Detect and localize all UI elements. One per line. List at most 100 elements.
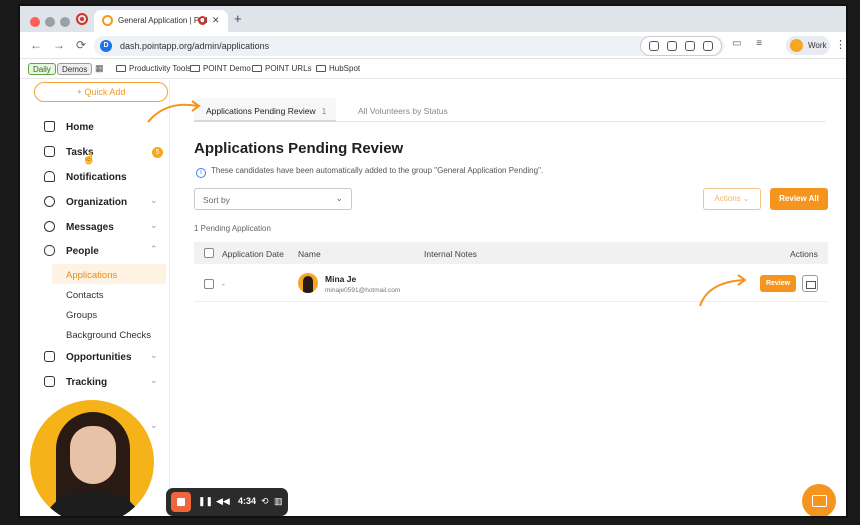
bookmark-productivity-tools[interactable]: Productivity Tools (116, 64, 191, 73)
profile-label: Work (808, 41, 827, 50)
toolbar-icons[interactable]: ▭ ≡ (732, 38, 768, 49)
window-controls (30, 14, 75, 32)
close-window-button[interactable] (30, 17, 40, 27)
extensions-group (640, 36, 722, 56)
tab-all-volunteers-by-status[interactable]: All Volunteers by Status (358, 106, 448, 116)
tasks-count-badge: 5 (152, 147, 163, 158)
sidebar-item-opportunities[interactable]: Opportunities ⌄ (20, 346, 170, 368)
extension-icon[interactable] (667, 41, 677, 51)
review-all-button[interactable]: Review All (770, 188, 828, 210)
profile-button[interactable]: Work (786, 36, 830, 55)
camera-icon[interactable] (685, 41, 695, 51)
sidebar-item-people[interactable]: People ⌃ (20, 240, 170, 262)
pending-count: 1 Pending Application (194, 224, 271, 233)
column-header-name[interactable]: Name (298, 249, 321, 259)
actions-dropdown-button[interactable]: Actions ⌄ (703, 188, 761, 210)
table-header: Application Date Name Internal Notes Act… (194, 242, 828, 264)
stop-recording-button[interactable] (171, 492, 191, 512)
calendar-icon (44, 351, 55, 362)
tab-recording-icon (198, 16, 207, 25)
tab-applications-pending-review[interactable]: Applications Pending Review 1 (194, 98, 336, 122)
bookmark-point-urls[interactable]: POINT URLs (252, 64, 312, 73)
recording-controls: ❚❚ ◀◀ 4:34 ⟲ ▥ (166, 488, 288, 516)
bell-icon (44, 171, 55, 182)
tab-close-icon[interactable]: ✕ (212, 15, 220, 26)
chevron-up-icon: ⌃ (150, 244, 158, 254)
webcam-caption-bar (30, 516, 154, 518)
application-date: - (222, 279, 225, 289)
chevron-down-icon: ⌄ (150, 350, 158, 360)
column-header-application-date[interactable]: Application Date (222, 249, 284, 259)
puzzle-icon[interactable] (703, 41, 713, 51)
sidebar-subitem-applications[interactable]: Applications (52, 264, 166, 284)
page-title: Applications Pending Review (194, 140, 404, 157)
sidebar-item-notifications[interactable]: Notifications (20, 166, 170, 188)
sidebar-item-tracking[interactable]: Tracking ⌄ (20, 371, 170, 393)
applicant-name[interactable]: Mina Je (325, 274, 356, 284)
new-tab-icon[interactable]: + (234, 11, 242, 26)
trash-icon[interactable]: ▥ (274, 496, 283, 507)
webcam-overlay (30, 400, 154, 516)
maximize-window-button[interactable] (60, 17, 70, 27)
column-header-actions: Actions (790, 249, 818, 259)
organization-icon (44, 196, 55, 207)
restart-icon[interactable]: ⟲ (261, 496, 269, 507)
page-tabs: Applications Pending Review 1 All Volunte… (194, 98, 826, 122)
sidebar-subitem-contacts[interactable]: Contacts (52, 284, 166, 304)
address-bar-row: ←→⟳ D dash.pointapp.org/admin/applicatio… (20, 32, 846, 59)
folder-icon (190, 65, 200, 72)
message-icon (44, 221, 55, 232)
tab-title: General Application | POI (118, 16, 208, 25)
browser-tab[interactable]: General Application | POI ✕ (94, 10, 228, 32)
applicant-email: minaje0591@hotmail.com (325, 287, 401, 294)
avatar (298, 273, 318, 293)
menu-kebab-icon[interactable]: ⋮ (835, 38, 846, 51)
url-text: dash.pointapp.org/admin/applications (120, 41, 270, 51)
recording-time: 4:34 (238, 496, 257, 506)
chevron-down-icon: ⌄ (150, 420, 158, 430)
home-icon (44, 121, 55, 132)
chat-button[interactable] (802, 484, 836, 516)
mouse-cursor-icon: ☝ (82, 153, 96, 165)
chevron-down-icon: ⌄ (150, 375, 158, 385)
row-checkbox[interactable] (204, 279, 214, 289)
site-icon: D (100, 40, 112, 52)
apps-grid-icon[interactable]: ▦ (95, 63, 104, 74)
profile-avatar (790, 39, 803, 52)
annotation-arrow-icon (699, 274, 747, 307)
sidebar-item-messages[interactable]: Messages ⌄ (20, 216, 170, 238)
bookmarks-bar: Daily Demos ▦ Productivity Tools POINT D… (20, 59, 846, 79)
hand-icon (44, 245, 55, 256)
select-all-checkbox[interactable] (204, 248, 214, 258)
pause-icon[interactable]: ❚❚ (198, 496, 213, 507)
point-logo-icon (102, 15, 113, 26)
review-button[interactable]: Review (760, 275, 796, 292)
folder-icon (252, 65, 262, 72)
rewind-icon[interactable]: ◀◀ (216, 496, 230, 507)
email-icon[interactable] (802, 275, 818, 292)
sort-by-select[interactable]: Sort by ⌄ (194, 188, 352, 210)
sidebar-item-organization[interactable]: Organization ⌄ (20, 191, 170, 213)
folder-icon (116, 65, 126, 72)
chevron-down-icon: ⌄ (150, 220, 158, 230)
bookmark-point-demo[interactable]: POINT Demo (190, 64, 251, 73)
screen-frame: General Application | POI ✕ + ←→⟳ D dash… (18, 4, 848, 518)
bookmark-demos[interactable]: Demos (57, 63, 93, 75)
sidebar-subitem-background-checks[interactable]: Background Checks (52, 324, 166, 344)
column-header-internal-notes: Internal Notes (424, 249, 477, 259)
info-message: i These candidates have been automaticall… (196, 166, 543, 178)
url-bar[interactable]: D dash.pointapp.org/admin/applications ☆ (94, 36, 724, 56)
tasks-icon (44, 146, 55, 157)
bookmark-daily[interactable]: Daily (28, 63, 56, 75)
minimize-window-button[interactable] (45, 17, 55, 27)
nav-buttons[interactable]: ←→⟳ (30, 38, 97, 52)
recording-indicator-icon (76, 13, 88, 25)
bookmark-hubspot[interactable]: HubSpot (316, 64, 360, 73)
extension-icon[interactable] (649, 41, 659, 51)
sidebar-subitem-groups[interactable]: Groups (52, 304, 166, 324)
browser-tab-bar: General Application | POI ✕ + (20, 6, 846, 32)
tab-count: 1 (321, 106, 327, 116)
chevron-down-icon: ⌄ (150, 195, 158, 205)
chevron-down-icon: ⌄ (335, 193, 343, 203)
tracking-icon (44, 376, 55, 387)
